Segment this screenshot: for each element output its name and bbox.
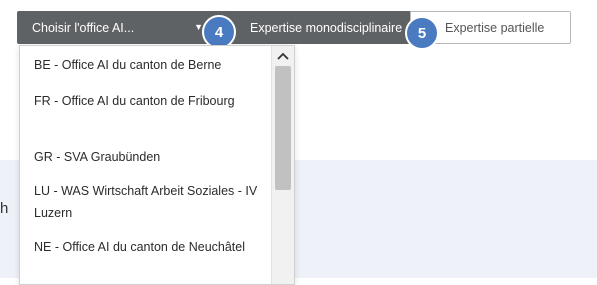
expertise-monodisciplinaire-label: Expertise monodisciplinaire xyxy=(250,20,403,35)
expertise-monodisciplinaire-button[interactable]: Expertise monodisciplinaire xyxy=(238,11,410,44)
scroll-up-arrow-icon[interactable] xyxy=(272,48,294,64)
dropdown-scrollbar[interactable] xyxy=(271,46,294,284)
background-partial-text: h xyxy=(0,200,9,217)
scrollbar-thumb[interactable] xyxy=(275,66,291,190)
office-option-lu[interactable]: LU - WAS Wirtschaft Arbeit Soziales - IV… xyxy=(34,180,266,224)
office-option-be[interactable]: BE - Office AI du canton de Berne xyxy=(34,54,266,76)
office-option-gr[interactable]: GR - SVA Graubünden xyxy=(34,146,266,168)
step-badge-5: 5 xyxy=(405,16,439,50)
office-option-fr[interactable]: FR - Office AI du canton de Fribourg xyxy=(34,90,266,112)
expertise-partielle-label: Expertise partielle xyxy=(445,20,545,35)
office-dropdown-list[interactable]: BE - Office AI du canton de Berne FR - O… xyxy=(19,45,295,285)
step-badge-4: 4 xyxy=(202,15,236,49)
office-ai-select-label: Choisir l'office AI... xyxy=(32,20,135,35)
office-option-ne[interactable]: NE - Office AI du canton de Neuchâtel xyxy=(34,236,266,258)
